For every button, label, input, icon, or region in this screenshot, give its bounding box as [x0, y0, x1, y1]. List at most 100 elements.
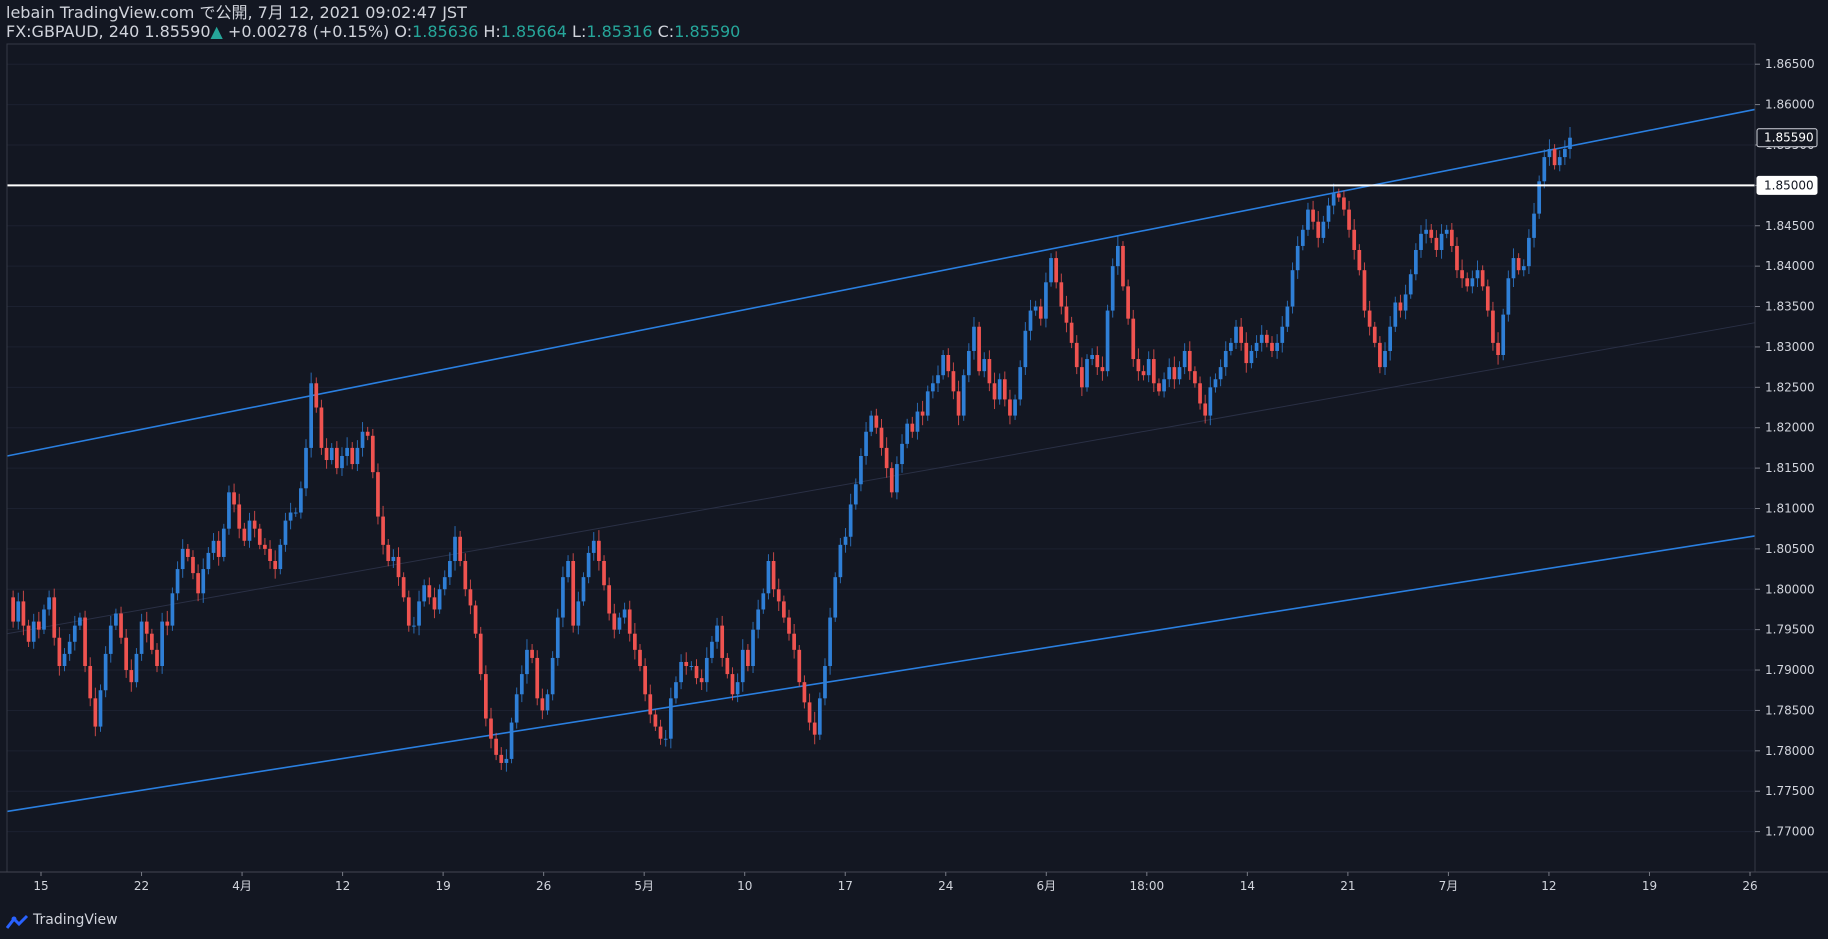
candle-body	[1038, 306, 1043, 319]
candle-body	[633, 633, 637, 650]
candle-body	[1218, 367, 1223, 380]
channel-mid-line	[6, 322, 1756, 635]
x-tick-label: 19	[1642, 879, 1657, 893]
x-tick-label: 15	[33, 879, 48, 893]
candle-body	[1331, 193, 1336, 206]
candle-body	[966, 350, 971, 376]
candle-body	[710, 641, 714, 658]
candle-body	[1321, 221, 1326, 238]
candle-body	[314, 383, 319, 408]
x-tick-label: 19	[435, 879, 450, 893]
y-tick-label: 1.78500	[1765, 703, 1815, 717]
candle-body	[1516, 258, 1521, 271]
tradingview-brand[interactable]: TradingView	[33, 912, 118, 928]
candle-body	[920, 411, 925, 416]
candle-body	[1326, 205, 1331, 222]
candle-body	[1460, 270, 1464, 279]
candle-body	[165, 621, 170, 626]
trend-channel	[6, 108, 1756, 813]
candle-body	[247, 520, 252, 541]
candle-body	[514, 694, 519, 723]
candle-body	[561, 577, 565, 618]
candle-body	[1285, 306, 1290, 327]
candle-body	[1496, 342, 1500, 356]
candle-body	[843, 536, 848, 545]
candle-body	[977, 326, 981, 372]
candle-body	[936, 375, 940, 384]
candle-body	[114, 613, 118, 626]
candle-body	[1172, 367, 1177, 380]
candle-body	[88, 666, 93, 699]
candle-body	[1491, 310, 1495, 343]
tradingview-logo-icon[interactable]	[6, 914, 30, 930]
candle-body	[370, 435, 375, 473]
candle-body	[787, 617, 791, 634]
candle-body	[1198, 383, 1202, 404]
candle-body	[591, 540, 596, 553]
candle-body	[252, 520, 257, 529]
candle-body	[1306, 209, 1310, 230]
y-tick-label: 1.79000	[1765, 663, 1815, 677]
x-tick-label: 7月	[1439, 879, 1459, 893]
candle-body	[766, 560, 771, 594]
candle-body	[448, 560, 452, 578]
candle-body	[715, 625, 719, 642]
candle-body	[134, 653, 139, 683]
candle-body	[1295, 245, 1300, 271]
candle-body	[386, 544, 391, 561]
candle-body	[663, 738, 668, 740]
candle-body	[566, 560, 570, 578]
candle-body	[1424, 229, 1428, 234]
candle-body	[746, 649, 750, 667]
candle-body	[180, 548, 185, 570]
y-tick-label: 1.86500	[1765, 57, 1815, 71]
candle-body	[1552, 149, 1557, 166]
y-tick-label: 1.82500	[1765, 380, 1815, 394]
candle-body	[1501, 314, 1506, 356]
candle-body	[340, 455, 344, 469]
candle-body	[1090, 355, 1095, 360]
candle-body	[1568, 137, 1572, 150]
time-axis: 15 22 4月 12 19 26 5月 10 17 24 6月 18:00 14 21 7月 12 19 26	[33, 872, 1758, 893]
candle-body	[483, 674, 488, 719]
candle-body	[1187, 350, 1192, 372]
candle-body	[545, 694, 550, 711]
last-price-label: 1.85590	[1764, 131, 1814, 145]
candle-body	[848, 504, 853, 537]
candle-body	[1259, 334, 1264, 343]
candle-body	[735, 682, 740, 695]
y-tick-label: 1.84500	[1765, 219, 1815, 233]
candle-body	[1182, 350, 1187, 368]
candle-body	[828, 617, 832, 667]
candle-body	[299, 488, 303, 513]
candle-body	[679, 661, 683, 683]
candle-body	[1311, 209, 1315, 222]
price-chart[interactable]: 1.865001.860001.855001.850001.845001.840…	[0, 0, 1828, 939]
candle-body	[278, 544, 283, 570]
candle-body	[242, 528, 247, 541]
candle-body	[31, 621, 36, 642]
x-tick-label: 21	[1340, 879, 1355, 893]
candle-body	[1429, 229, 1434, 238]
candle-body	[530, 649, 534, 658]
candle-body	[227, 492, 231, 529]
candle-body	[257, 528, 262, 545]
candle-body	[1290, 270, 1295, 307]
candle-body	[396, 556, 401, 578]
y-tick-label: 1.79500	[1765, 623, 1815, 637]
candle-body	[201, 569, 206, 594]
candle-body	[504, 758, 509, 763]
candle-body	[874, 415, 879, 428]
candle-body	[1378, 342, 1382, 368]
candle-body	[1244, 342, 1249, 364]
candle-body	[1126, 286, 1130, 319]
candle-body	[900, 443, 904, 465]
candle-body	[139, 621, 144, 654]
candle-body	[853, 484, 858, 505]
candle-body	[807, 702, 812, 723]
candle-body	[571, 560, 576, 626]
candle-body	[406, 597, 411, 626]
candle-body	[1444, 229, 1449, 234]
candle-body	[1059, 282, 1064, 307]
y-tick-label: 1.81500	[1765, 461, 1815, 475]
